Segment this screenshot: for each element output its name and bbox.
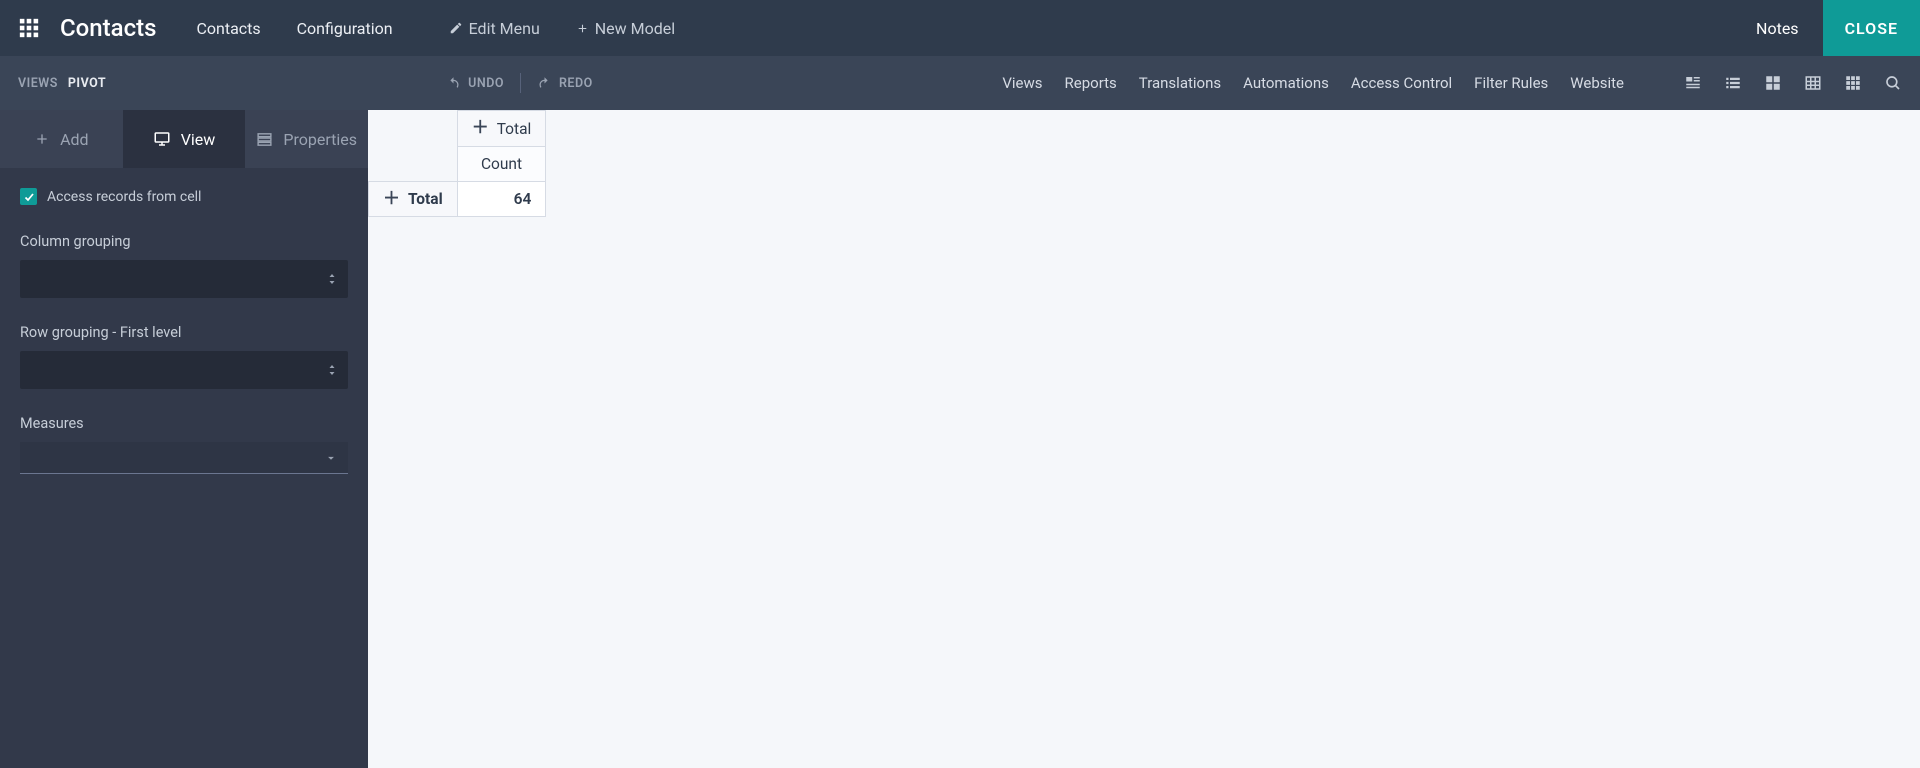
undo-button[interactable]: UNDO xyxy=(446,76,504,91)
row-grouping-field: Row grouping - First level xyxy=(20,324,348,389)
secondbar: VIEWS PIVOT UNDO REDO Views Reports Tran… xyxy=(0,56,1920,110)
tab-filter-rules[interactable]: Filter Rules xyxy=(1474,74,1548,92)
kanban-view-icon[interactable] xyxy=(1764,74,1782,92)
sidebar-tab-properties-label: Properties xyxy=(283,130,357,149)
grid-view-icon[interactable] xyxy=(1844,74,1862,92)
sidebar-tab-properties[interactable]: Properties xyxy=(245,110,368,168)
pivot-col-total-label: Total xyxy=(497,120,532,138)
chevron-down-icon xyxy=(324,451,338,465)
pivot-row-header[interactable]: ＋ Total xyxy=(369,181,458,217)
redo-icon xyxy=(537,76,552,91)
tab-access-control[interactable]: Access Control xyxy=(1351,74,1452,92)
close-button[interactable]: CLOSE xyxy=(1823,0,1920,56)
measures-label: Measures xyxy=(20,415,348,432)
tab-reports[interactable]: Reports xyxy=(1065,74,1117,92)
pivot-col-header[interactable]: ＋ Total xyxy=(457,111,546,147)
sidebar: Add View Properties Access records f xyxy=(0,110,368,768)
redo-button[interactable]: REDO xyxy=(537,76,593,91)
plus-icon xyxy=(576,22,589,35)
plus-icon xyxy=(34,131,50,147)
updown-icon xyxy=(326,271,338,287)
sidebar-tab-view[interactable]: View xyxy=(123,110,246,168)
column-grouping-select[interactable] xyxy=(20,260,348,298)
sidebar-body: Access records from cell Column grouping… xyxy=(0,168,368,520)
sidebar-tab-view-label: View xyxy=(181,130,216,149)
pivot-row-total-label: Total xyxy=(408,190,443,208)
list-view-icon[interactable] xyxy=(1724,74,1742,92)
updown-icon xyxy=(326,362,338,378)
table-view-icon[interactable] xyxy=(1804,74,1822,92)
pivot-table: ＋ Total Count ＋ Total xyxy=(368,110,546,217)
divider xyxy=(520,73,521,93)
breadcrumb-label: VIEWS xyxy=(18,76,58,91)
sidebar-tabs: Add View Properties xyxy=(0,110,368,168)
monitor-icon xyxy=(153,130,171,148)
tab-translations[interactable]: Translations xyxy=(1139,74,1221,92)
content-area: ＋ Total Count ＋ Total xyxy=(368,110,1920,768)
main: Add View Properties Access records f xyxy=(0,110,1920,768)
pivot-corner xyxy=(369,111,458,147)
menu-new-model-label: New Model xyxy=(595,19,675,38)
menu-configuration[interactable]: Configuration xyxy=(297,19,393,38)
redo-label: REDO xyxy=(559,76,593,91)
undo-icon xyxy=(446,76,461,91)
properties-icon xyxy=(256,131,273,148)
tab-automations[interactable]: Automations xyxy=(1243,74,1329,92)
pivot-count-header: Count xyxy=(457,146,546,181)
row-grouping-label: Row grouping - First level xyxy=(20,324,348,341)
column-grouping-field: Column grouping xyxy=(20,233,348,298)
pencil-icon xyxy=(449,21,463,35)
plus-icon: ＋ xyxy=(472,120,489,137)
row-grouping-select[interactable] xyxy=(20,351,348,389)
pivot-value-cell[interactable]: 64 xyxy=(457,181,546,217)
tab-website[interactable]: Website xyxy=(1570,74,1624,92)
menu-contacts[interactable]: Contacts xyxy=(196,19,260,38)
pivot-corner xyxy=(369,146,458,181)
tab-views[interactable]: Views xyxy=(1002,74,1042,92)
access-records-label: Access records from cell xyxy=(47,189,201,205)
form-view-icon[interactable] xyxy=(1684,74,1702,92)
app-title: Contacts xyxy=(60,14,156,42)
measures-field: Measures xyxy=(20,415,348,474)
column-grouping-label: Column grouping xyxy=(20,233,348,250)
undo-redo-group: UNDO REDO xyxy=(446,73,593,93)
apps-icon[interactable] xyxy=(18,17,40,39)
plus-icon: ＋ xyxy=(383,191,400,208)
breadcrumb-current: PIVOT xyxy=(68,76,106,91)
access-records-checkbox-row[interactable]: Access records from cell xyxy=(20,188,348,205)
menu-edit[interactable]: Edit Menu xyxy=(449,19,540,38)
sidebar-tab-add[interactable]: Add xyxy=(0,110,123,168)
undo-label: UNDO xyxy=(468,76,504,91)
search-icon[interactable] xyxy=(1884,74,1902,92)
notes-link[interactable]: Notes xyxy=(1756,19,1799,38)
view-switcher-icons xyxy=(1684,74,1902,92)
menu-edit-label: Edit Menu xyxy=(469,19,540,38)
menu-new-model[interactable]: New Model xyxy=(576,19,675,38)
sidebar-tab-add-label: Add xyxy=(60,130,88,149)
topbar: Contacts Contacts Configuration Edit Men… xyxy=(0,0,1920,56)
checkbox-checked-icon xyxy=(20,188,37,205)
measures-select[interactable] xyxy=(20,442,348,474)
